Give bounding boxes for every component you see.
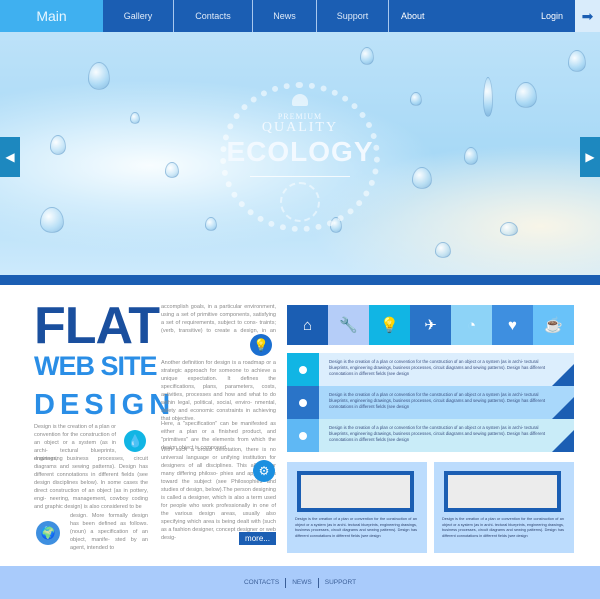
hero-banner: PREMIUM QUALITY ECOLOGY ◀ ▶ (0, 32, 600, 275)
chevron-left-icon: ◀ (5, 150, 15, 164)
more-button[interactable]: more... (239, 532, 276, 545)
info-row: Design is the creation of a plan or conv… (287, 386, 574, 419)
content-card: Design is the creation of a plan or conv… (287, 462, 427, 553)
nav-item-gallery[interactable]: Gallery (103, 0, 174, 37)
water-drop (500, 222, 518, 236)
content-card: Design is the creation of a plan or conv… (434, 462, 574, 553)
home-icon: ⌂ (302, 316, 313, 334)
water-drop (50, 135, 66, 155)
tile-wrench[interactable]: 🔧 (328, 305, 369, 345)
slider-prev-button[interactable]: ◀ (0, 137, 20, 177)
divider (317, 577, 319, 588)
image-placeholder (444, 471, 561, 512)
left-text-3: design. More formally design has been de… (70, 513, 148, 551)
nav-item-contacts[interactable]: Contacts (174, 0, 253, 32)
info-row: Design is the creation of a plan or conv… (287, 419, 574, 452)
image-placeholder (297, 471, 414, 512)
tree-icon (292, 94, 308, 106)
flower-icon (280, 182, 320, 222)
row-marker (287, 353, 319, 386)
tile-globe[interactable]: ◔ (451, 305, 492, 345)
coffee-cup-icon: ☕ (544, 317, 563, 334)
water-drop (483, 77, 493, 117)
water-drop-icon: 💧 (124, 430, 146, 452)
footer: CONTACTS NEWS SUPPORT (0, 566, 600, 599)
card-text: Design is the creation of a plan or conv… (295, 517, 417, 538)
water-drop (568, 50, 586, 72)
top-nav: Main Gallery Contacts News Support About… (0, 0, 600, 37)
card-text: Design is the creation of a plan or conv… (442, 517, 564, 538)
wrench-icon: 🔧 (339, 317, 358, 334)
mid-text-2: Another definition for design is a roadm… (161, 360, 276, 422)
nav-item-support[interactable]: Support (317, 0, 389, 32)
badge-quality: QUALITY (261, 120, 339, 135)
water-drop (130, 112, 140, 124)
login-link[interactable]: Login (541, 11, 563, 21)
water-drop (464, 147, 478, 165)
row-text: Design is the creation of a plan or conv… (329, 425, 546, 442)
row-text: Design is the creation of a plan or conv… (329, 359, 546, 376)
bullet-dot (299, 365, 307, 374)
corner-triangle (552, 397, 574, 419)
water-drop (412, 167, 432, 189)
arrow-right-icon[interactable]: ➡ (575, 0, 600, 32)
water-drop (205, 217, 217, 231)
row-marker (287, 419, 319, 452)
heart-icon: ♥ (508, 316, 517, 334)
row-text: Design is the creation of a plan or conv… (329, 392, 546, 409)
corner-triangle (552, 430, 574, 452)
ecology-badge: PREMIUM QUALITY ECOLOGY (220, 82, 380, 232)
water-drop (88, 62, 110, 90)
badge-title: ECOLOGY (226, 136, 374, 167)
tile-coffee-cup[interactable]: ☕ (533, 305, 574, 345)
row-marker (287, 386, 319, 419)
mid-text-1: accomplish goals, in a particular enviro… (161, 304, 276, 334)
tile-lightbulb[interactable]: 💡 (369, 305, 410, 345)
divider (285, 577, 287, 588)
nav-item-about-login: About Login (389, 0, 575, 32)
info-row: Design is the creation of a plan or conv… (287, 353, 574, 386)
bullet-dot (299, 398, 307, 407)
lightbulb-icon: 💡 (250, 334, 272, 356)
footer-link-contacts[interactable]: CONTACTS (244, 579, 279, 586)
tile-home[interactable]: ⌂ (287, 305, 328, 345)
water-drop (165, 162, 179, 178)
chevron-right-icon: ▶ (585, 150, 595, 164)
water-drop (360, 47, 374, 65)
water-drop (515, 82, 537, 108)
heading-web-site: WEB SITE (34, 351, 158, 381)
bullet-dot (299, 431, 307, 440)
icon-tiles: ⌂ 🔧 💡 ✈ ◔ ♥ ☕ (287, 305, 574, 345)
globe-icon: ◔ (466, 316, 477, 334)
globe-icon: 🌍 (36, 521, 60, 545)
footer-link-support[interactable]: SUPPORT (325, 579, 356, 586)
nav-item-news[interactable]: News (253, 0, 317, 32)
hero-bottom-bar (0, 275, 600, 285)
nav-main[interactable]: Main (0, 0, 103, 32)
water-drop (435, 242, 451, 258)
tile-airplane[interactable]: ✈ (410, 305, 451, 345)
corner-triangle (552, 364, 574, 386)
badge-divider (250, 176, 350, 177)
airplane-icon: ✈ (424, 317, 437, 334)
tile-heart[interactable]: ♥ (492, 305, 533, 345)
water-drop (40, 207, 64, 233)
nav-item-about[interactable]: About (389, 11, 541, 21)
heading-flat: FLAT (34, 297, 160, 355)
gear-icon: ⚙ (253, 460, 275, 482)
slider-next-button[interactable]: ▶ (580, 137, 600, 177)
lightbulb-icon: 💡 (380, 317, 399, 334)
water-drop (410, 92, 422, 106)
footer-link-news[interactable]: NEWS (292, 579, 312, 586)
heading-design: DESIGN (34, 389, 176, 421)
left-text-2: drawings, business processes, circuit di… (34, 456, 148, 510)
